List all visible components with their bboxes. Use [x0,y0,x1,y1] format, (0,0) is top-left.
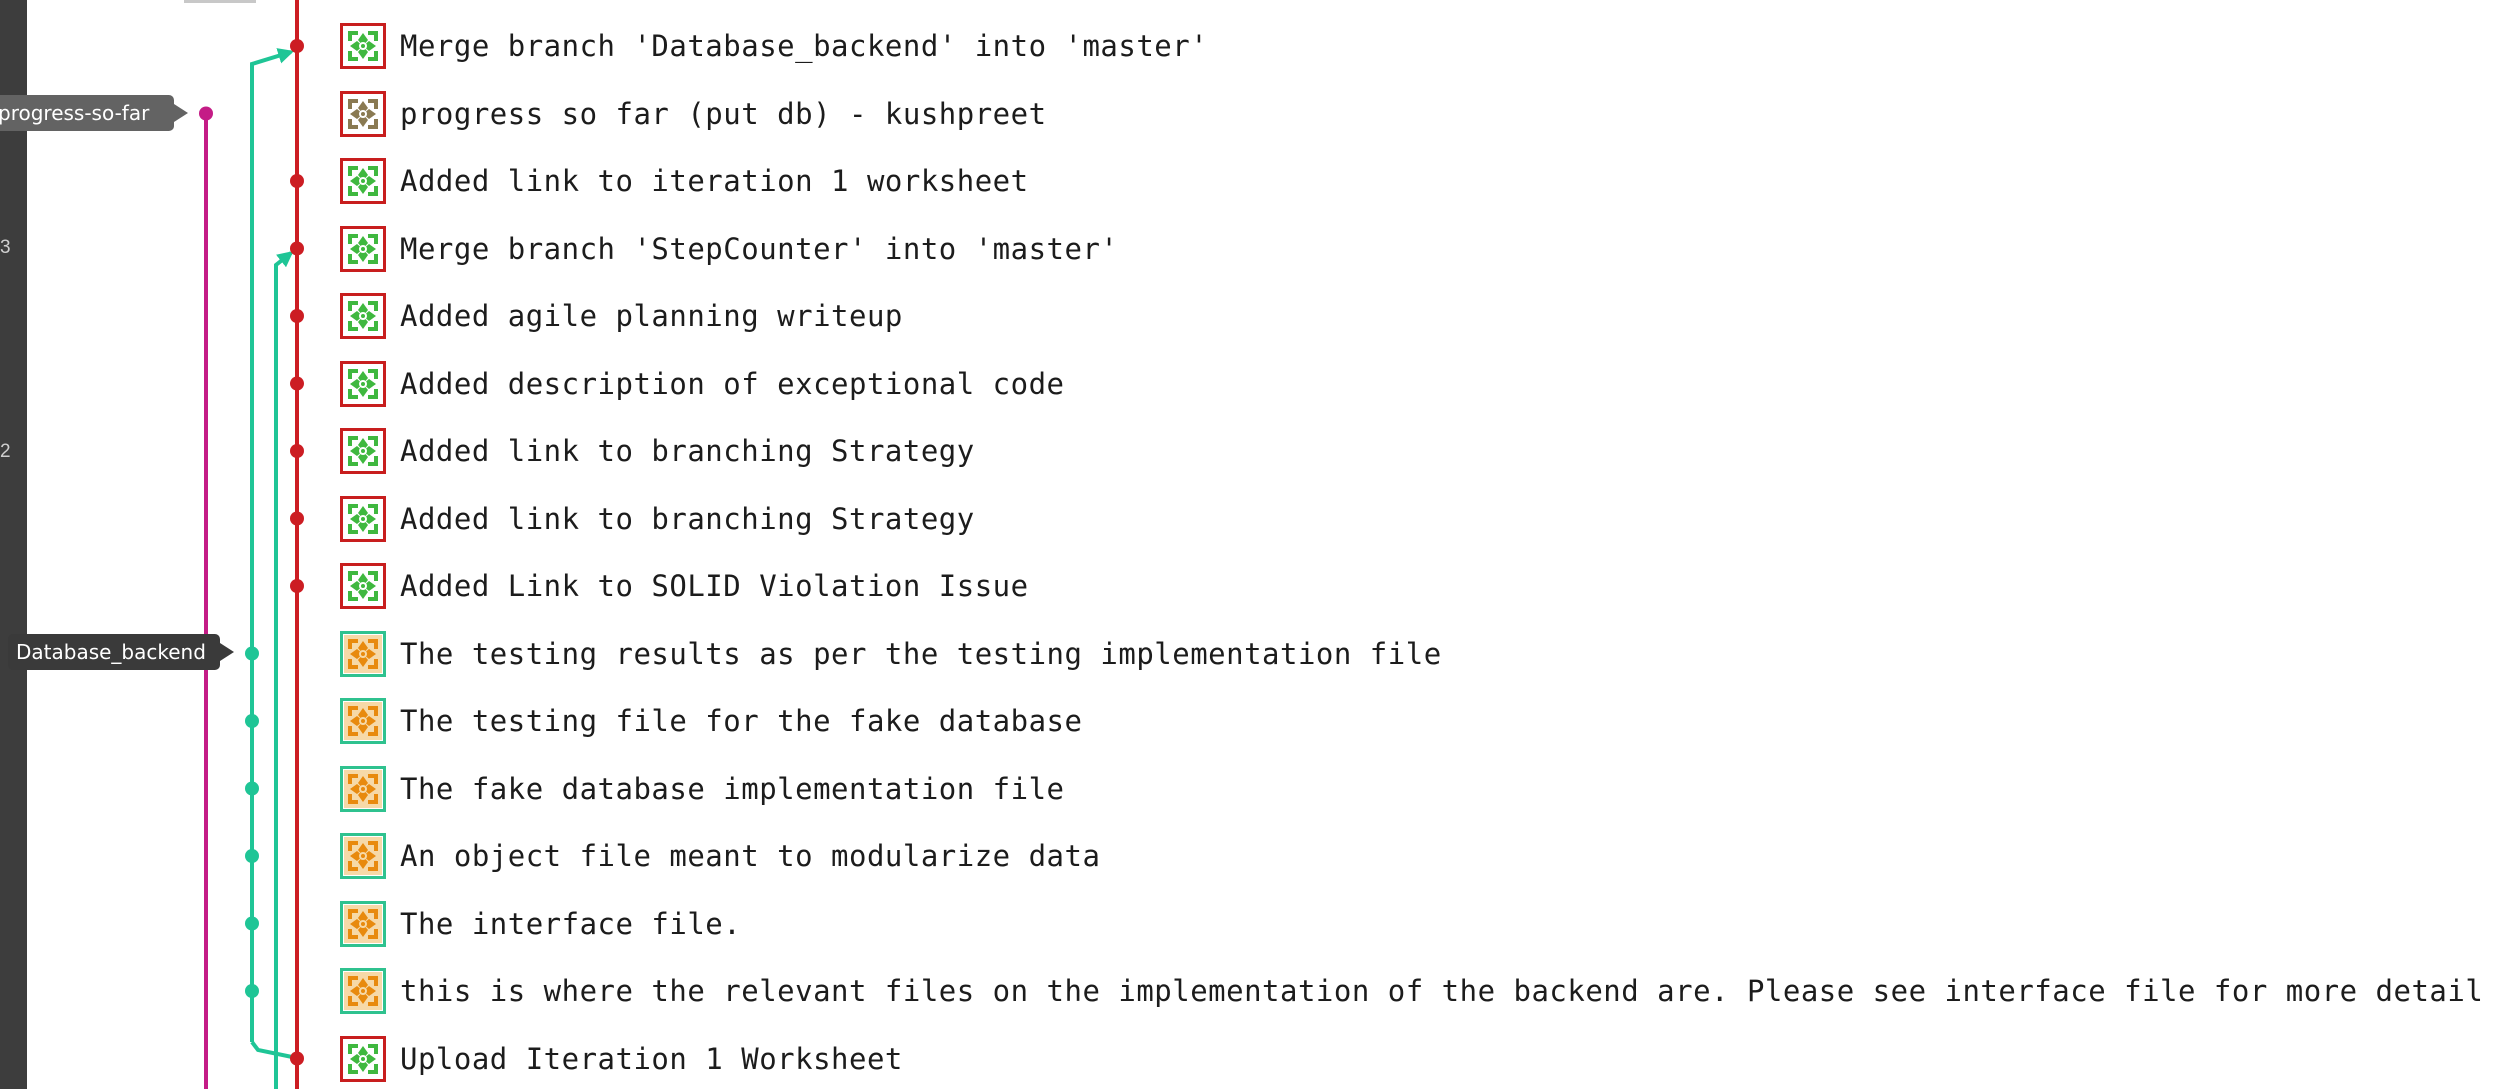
commit-message: Upload Iteration 1 Worksheet [400,1041,903,1076]
commit-dot[interactable] [290,579,304,593]
commit-dot[interactable] [245,646,259,661]
commit-row[interactable]: Merge branch 'StepCounter' into 'master' [340,219,1118,279]
commit-message: The testing file for the fake database [400,704,1083,738]
author-avatar-icon [340,495,386,542]
commit-message: The fake database implementation file [400,771,1065,806]
author-avatar-icon [340,360,386,407]
commit-message: Added link to branching Strategy [400,501,975,536]
commit-row[interactable]: Merge branch 'Database_backend' into 'ma… [340,16,1208,76]
commit-row[interactable]: Added agile planning writeup [340,286,903,346]
commit-row[interactable]: Added link to iteration 1 worksheet [340,151,1029,211]
author-avatar-icon [340,293,386,339]
author-avatar-icon [340,1035,386,1082]
commit-row[interactable]: progress so far (put db) - kushpreet [340,84,1047,144]
commit-dot[interactable] [245,984,259,998]
author-avatar-icon [340,900,386,947]
commit-message: An object file meant to modularize data [400,839,1101,873]
author-avatar-icon [340,225,386,272]
author-avatar-icon [340,833,386,879]
branch-label-progress-so-far[interactable]: progress-so-far [0,95,174,131]
commit-message: Added link to iteration 1 worksheet [400,164,1029,198]
commit-dot[interactable] [290,376,304,391]
commit-message: this is where the relevant files on the … [400,974,2484,1008]
commit-message: The testing results as per the testing i… [400,636,1442,671]
commit-row[interactable]: The testing file for the fake database [340,691,1082,751]
commit-row[interactable]: Added link to branching Strategy [340,421,975,481]
commit-dot[interactable] [290,1051,304,1066]
commit-row[interactable]: The fake database implementation file [340,759,1065,819]
commit-row[interactable]: Added link to branching Strategy [340,489,975,549]
author-avatar-icon [340,23,386,69]
commit-message: Added link to branching Strategy [400,434,975,468]
commit-dot[interactable] [290,39,304,53]
commit-dot[interactable] [245,916,259,931]
commit-graph-lines [199,0,304,1089]
commit-row[interactable]: The testing results as per the testing i… [340,624,1442,684]
commit-message: Added agile planning writeup [400,299,903,333]
author-avatar-icon [340,765,386,812]
commit-dot[interactable] [290,174,304,188]
author-avatar-icon [340,428,386,474]
commit-message: Added Link to SOLID Violation Issue [400,569,1029,603]
commit-dot[interactable] [245,781,259,796]
commit-row[interactable]: An object file meant to modularize data [340,826,1100,886]
commit-message: Added description of exceptional code [400,366,1065,401]
commit-dot[interactable] [290,444,304,458]
commit-graph: progress-so-far Database_backend [0,0,340,1089]
commit-dot[interactable] [290,309,304,323]
commit-message: Merge branch 'StepCounter' into 'master' [400,231,1119,266]
author-avatar-icon [340,158,386,204]
author-avatar-icon [340,563,386,609]
commit-message: progress so far (put db) - kushpreet [400,96,1047,131]
commit-dot[interactable] [245,714,259,728]
branch-label-text: progress-so-far [0,101,150,125]
branch-label-text: Database_backend [16,640,206,664]
author-avatar-icon [340,90,386,137]
commit-dot[interactable] [245,849,259,863]
commit-dot[interactable] [199,106,213,121]
branch-label-pointer [220,643,234,661]
commit-row[interactable]: Upload Iteration 1 Worksheet [340,1029,903,1089]
commit-dot[interactable] [290,241,304,256]
commit-row[interactable]: Added Link to SOLID Violation Issue [340,556,1029,616]
commit-dot[interactable] [290,511,304,526]
branch-label-pointer [174,104,188,122]
branch-label-database-backend[interactable]: Database_backend [8,634,220,670]
commit-row[interactable]: Added description of exceptional code [340,354,1065,414]
commit-message: Merge branch 'Database_backend' into 'ma… [400,29,1209,63]
database-backend-branch-line [250,48,295,1042]
stepcounter-branch-line [274,251,294,1089]
author-avatar-icon [340,968,386,1014]
commit-row[interactable]: this is where the relevant files on the … [340,961,2483,1021]
author-avatar-icon [340,698,386,744]
author-avatar-icon [340,630,386,677]
commit-message: The interface file. [400,906,742,941]
commit-row[interactable]: The interface file. [340,894,741,954]
